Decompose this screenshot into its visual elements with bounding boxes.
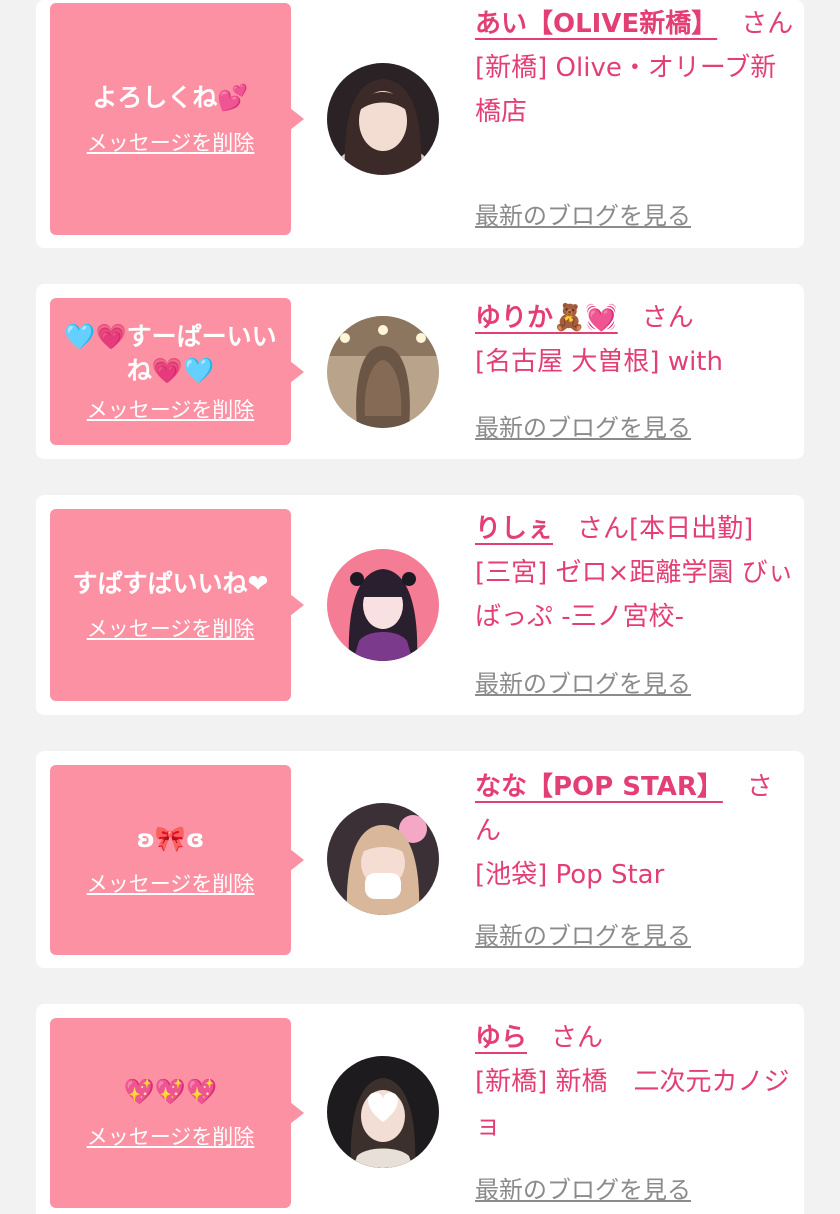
latest-blog-link[interactable]: 最新のブログを見る [475, 196, 691, 231]
message-bubble: ʚ🎀ɞ メッセージを削除 [50, 765, 304, 955]
message-bubble: よろしくね💕 メッセージを削除 [50, 3, 304, 235]
sender-status: [本日出勤] [629, 514, 754, 544]
message-text: 🩵💗すーぱーいいね💗🩵 [64, 321, 277, 385]
sender-info: なな【POP STAR】 さん [池袋] Pop Star [475, 765, 794, 897]
latest-blog-link[interactable]: 最新のブログを見る [475, 664, 691, 699]
sender-name-link[interactable]: なな【POP STAR】 [475, 772, 723, 802]
latest-blog-link[interactable]: 最新のブログを見る [475, 1170, 691, 1205]
avatar-photo [327, 803, 439, 915]
message-text: 💖💖💖 [123, 1077, 218, 1106]
latest-blog-link[interactable]: 最新のブログを見る [475, 408, 691, 443]
honorific: さん [741, 9, 794, 39]
message-list: よろしくね💕 メッセージを削除 あい【OLIVE新橋】 さん [新橋] Olive… [0, 0, 840, 1214]
avatar[interactable] [327, 803, 439, 915]
message-text: ʚ🎀ɞ [136, 824, 205, 853]
latest-blog-link[interactable]: 最新のブログを見る [475, 916, 691, 951]
avatar[interactable] [327, 549, 439, 661]
honorific: さん [551, 1023, 604, 1053]
message-card: すぱすぱいいね❤ メッセージを削除 りしぇ さん[本日出勤] [三宮] ゼロ×距離… [36, 495, 804, 715]
message-card: 💖💖💖 メッセージを削除 ゆら さん [新橋] 新橋 二次元カノジョ 最新のブログ… [36, 1004, 804, 1214]
message-bubble: 💖💖💖 メッセージを削除 [50, 1018, 304, 1208]
avatar-photo [327, 549, 439, 661]
message-card: 🩵💗すーぱーいいね💗🩵 メッセージを削除 ゆりか🧸💓 さん [名古屋 大曽根] w… [36, 284, 804, 459]
delete-message-link[interactable]: メッセージを削除 [87, 870, 255, 898]
sender-info: りしぇ さん[本日出勤] [三宮] ゼロ×距離学園 びぃばっぷ -三ノ宮校- [475, 507, 794, 639]
sender-info: ゆりか🧸💓 さん [名古屋 大曽根] with [475, 296, 794, 384]
shop-name: [三宮] ゼロ×距離学園 びぃばっぷ -三ノ宮校- [475, 558, 794, 632]
message-bubble: 🩵💗すーぱーいいね💗🩵 メッセージを削除 [50, 298, 304, 445]
sender-info: ゆら さん [新橋] 新橋 二次元カノジョ [475, 1016, 794, 1148]
shop-name: [新橋] 新橋 二次元カノジョ [475, 1067, 790, 1141]
shop-name: [新橋] Olive・オリーブ新橋店 [475, 53, 777, 127]
sender-name-link[interactable]: ゆりか🧸💓 [475, 303, 618, 333]
delete-message-link[interactable]: メッセージを削除 [87, 396, 255, 424]
message-bubble: すぱすぱいいね❤ メッセージを削除 [50, 509, 304, 701]
message-text: よろしくね💕 [92, 83, 249, 112]
shop-name: [池袋] Pop Star [475, 860, 665, 890]
honorific: さん [577, 514, 630, 544]
delete-message-link[interactable]: メッセージを削除 [87, 129, 255, 157]
message-card: ʚ🎀ɞ メッセージを削除 なな【POP STAR】 さん [池袋] Pop Sta… [36, 751, 804, 968]
honorific: さん [641, 303, 694, 333]
message-card: よろしくね💕 メッセージを削除 あい【OLIVE新橋】 さん [新橋] Olive… [36, 0, 804, 248]
sender-name-link[interactable]: あい【OLIVE新橋】 [475, 9, 717, 39]
delete-message-link[interactable]: メッセージを削除 [87, 615, 255, 643]
avatar[interactable] [327, 316, 439, 428]
sender-info: あい【OLIVE新橋】 さん [新橋] Olive・オリーブ新橋店 [475, 2, 794, 134]
shop-name: [名古屋 大曽根] with [475, 347, 723, 377]
avatar[interactable] [327, 63, 439, 175]
message-text: すぱすぱいいね❤ [72, 569, 269, 598]
delete-message-link[interactable]: メッセージを削除 [87, 1123, 255, 1151]
avatar-photo [327, 63, 439, 175]
sender-name-link[interactable]: りしぇ [475, 514, 553, 544]
avatar[interactable] [327, 1056, 439, 1168]
avatar-photo [327, 1056, 439, 1168]
sender-name-link[interactable]: ゆら [475, 1023, 527, 1053]
avatar-photo [327, 316, 439, 428]
